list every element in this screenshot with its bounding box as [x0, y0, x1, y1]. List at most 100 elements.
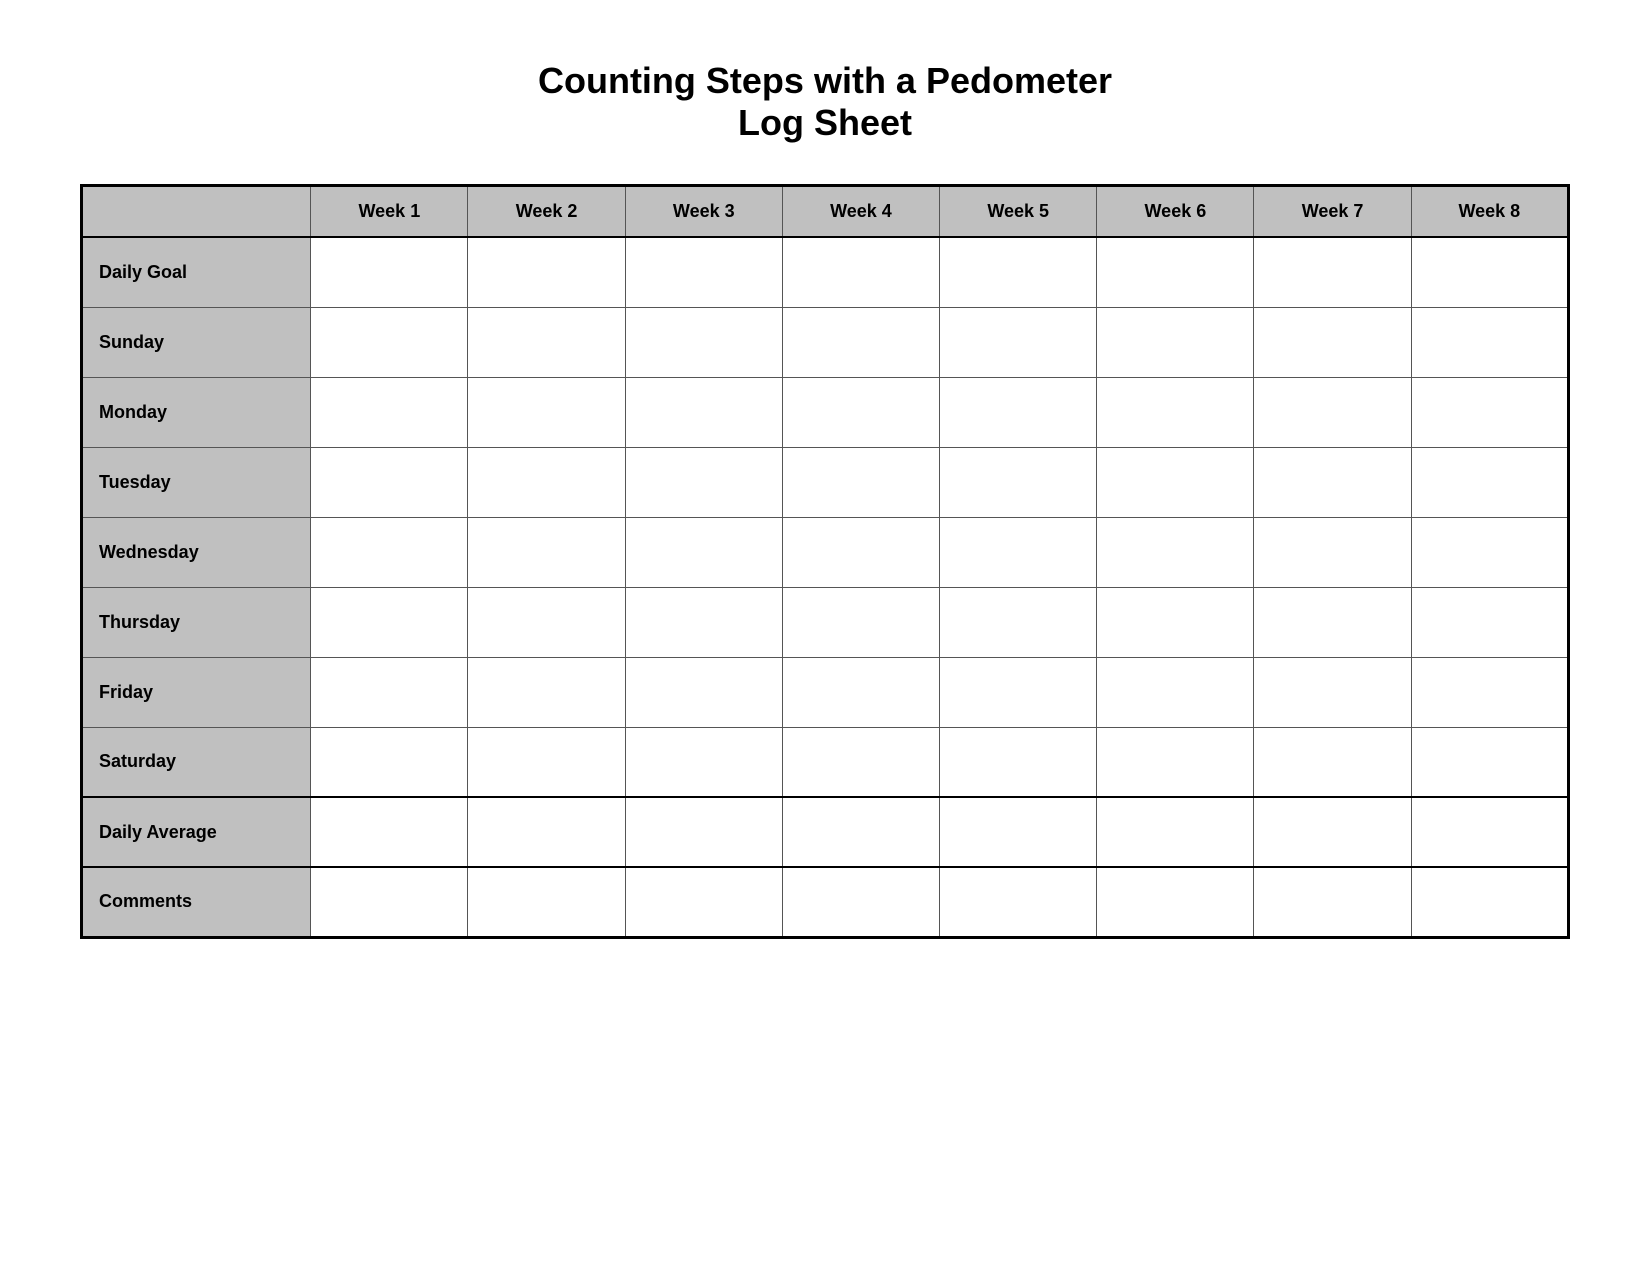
data-cell[interactable] — [1097, 587, 1254, 657]
data-cell[interactable] — [311, 237, 468, 307]
data-cell[interactable] — [940, 307, 1097, 377]
data-cell[interactable] — [1411, 237, 1568, 307]
data-cell[interactable] — [311, 307, 468, 377]
row-label: Thursday — [82, 587, 311, 657]
data-cell[interactable] — [940, 447, 1097, 517]
data-cell[interactable] — [1411, 587, 1568, 657]
table-row: Monday — [82, 377, 1569, 447]
data-cell[interactable] — [782, 657, 939, 727]
row-label: Saturday — [82, 727, 311, 797]
data-cell[interactable] — [1254, 517, 1411, 587]
data-cell[interactable] — [1411, 517, 1568, 587]
data-cell[interactable] — [1411, 657, 1568, 727]
data-cell[interactable] — [1097, 237, 1254, 307]
data-cell[interactable] — [468, 727, 625, 797]
row-label: Tuesday — [82, 447, 311, 517]
data-cell[interactable] — [782, 377, 939, 447]
header-week3: Week 3 — [625, 186, 782, 238]
data-cell[interactable] — [782, 867, 939, 937]
table-row: Daily Average — [82, 797, 1569, 867]
data-cell[interactable] — [782, 517, 939, 587]
data-cell[interactable] — [940, 727, 1097, 797]
data-cell[interactable] — [625, 377, 782, 447]
data-cell[interactable] — [625, 517, 782, 587]
data-cell[interactable] — [1097, 797, 1254, 867]
row-label: Daily Goal — [82, 237, 311, 307]
header-week7: Week 7 — [1254, 186, 1411, 238]
data-cell[interactable] — [468, 867, 625, 937]
data-cell[interactable] — [1254, 307, 1411, 377]
data-cell[interactable] — [468, 377, 625, 447]
data-cell[interactable] — [782, 587, 939, 657]
data-cell[interactable] — [625, 447, 782, 517]
data-cell[interactable] — [311, 447, 468, 517]
data-cell[interactable] — [625, 727, 782, 797]
data-cell[interactable] — [1254, 447, 1411, 517]
data-cell[interactable] — [940, 587, 1097, 657]
data-cell[interactable] — [1254, 587, 1411, 657]
data-cell[interactable] — [1411, 797, 1568, 867]
data-cell[interactable] — [468, 517, 625, 587]
table-row: Comments — [82, 867, 1569, 937]
data-cell[interactable] — [625, 657, 782, 727]
data-cell[interactable] — [625, 237, 782, 307]
data-cell[interactable] — [940, 657, 1097, 727]
data-cell[interactable] — [1097, 867, 1254, 937]
data-cell[interactable] — [468, 587, 625, 657]
data-cell[interactable] — [1254, 377, 1411, 447]
data-cell[interactable] — [1097, 657, 1254, 727]
data-cell[interactable] — [940, 797, 1097, 867]
data-cell[interactable] — [940, 517, 1097, 587]
data-cell[interactable] — [782, 307, 939, 377]
data-cell[interactable] — [940, 377, 1097, 447]
data-cell[interactable] — [311, 517, 468, 587]
data-cell[interactable] — [1411, 377, 1568, 447]
data-cell[interactable] — [1097, 517, 1254, 587]
row-label: Sunday — [82, 307, 311, 377]
data-cell[interactable] — [1411, 447, 1568, 517]
data-cell[interactable] — [468, 797, 625, 867]
data-cell[interactable] — [1254, 237, 1411, 307]
data-cell[interactable] — [311, 797, 468, 867]
data-cell[interactable] — [940, 867, 1097, 937]
data-cell[interactable] — [782, 727, 939, 797]
table-row: Wednesday — [82, 517, 1569, 587]
data-cell[interactable] — [1254, 797, 1411, 867]
data-cell[interactable] — [1097, 447, 1254, 517]
data-cell[interactable] — [625, 307, 782, 377]
row-label: Daily Average — [82, 797, 311, 867]
data-cell[interactable] — [1411, 727, 1568, 797]
data-cell[interactable] — [311, 587, 468, 657]
data-cell[interactable] — [625, 797, 782, 867]
data-cell[interactable] — [625, 867, 782, 937]
data-cell[interactable] — [1411, 867, 1568, 937]
data-cell[interactable] — [625, 587, 782, 657]
data-cell[interactable] — [468, 657, 625, 727]
table-header-row: Week 1 Week 2 Week 3 Week 4 Week 5 Week … — [82, 186, 1569, 238]
data-cell[interactable] — [1254, 867, 1411, 937]
data-cell[interactable] — [1411, 307, 1568, 377]
table-row: Tuesday — [82, 447, 1569, 517]
row-label: Friday — [82, 657, 311, 727]
data-cell[interactable] — [782, 237, 939, 307]
data-cell[interactable] — [311, 377, 468, 447]
data-cell[interactable] — [782, 797, 939, 867]
data-cell[interactable] — [782, 447, 939, 517]
data-cell[interactable] — [1097, 377, 1254, 447]
data-cell[interactable] — [311, 727, 468, 797]
data-cell[interactable] — [468, 447, 625, 517]
header-week6: Week 6 — [1097, 186, 1254, 238]
header-week1: Week 1 — [311, 186, 468, 238]
data-cell[interactable] — [1254, 727, 1411, 797]
data-cell[interactable] — [1097, 307, 1254, 377]
data-cell[interactable] — [468, 237, 625, 307]
data-cell[interactable] — [1097, 727, 1254, 797]
header-week2: Week 2 — [468, 186, 625, 238]
data-cell[interactable] — [311, 867, 468, 937]
title-line2: Log Sheet — [538, 102, 1112, 144]
data-cell[interactable] — [311, 657, 468, 727]
data-cell[interactable] — [940, 237, 1097, 307]
table-row: Friday — [82, 657, 1569, 727]
data-cell[interactable] — [1254, 657, 1411, 727]
data-cell[interactable] — [468, 307, 625, 377]
